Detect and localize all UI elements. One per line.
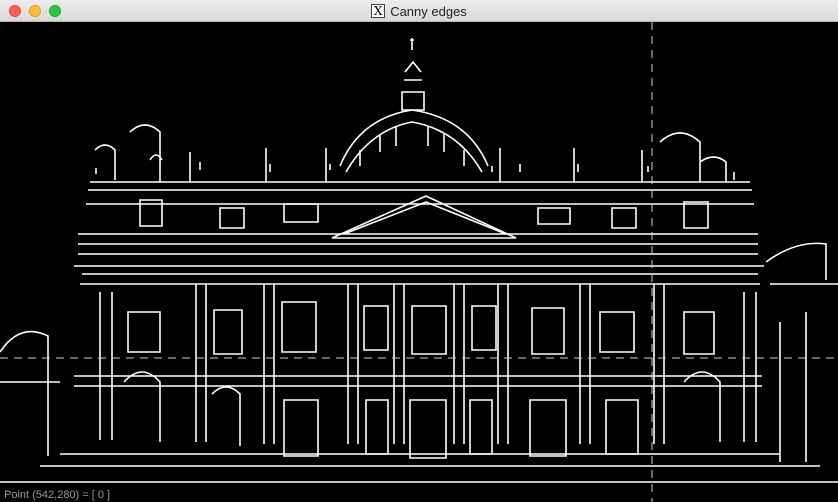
- pixel-status: Point (542,280) = [ 0 ]: [4, 489, 111, 501]
- crosshair: [0, 22, 838, 502]
- x11-icon: X: [371, 4, 386, 18]
- edge-lines: [0, 38, 838, 483]
- title-bar: X Canny edges: [0, 0, 838, 22]
- canny-edge-image: [0, 22, 838, 502]
- image-canvas[interactable]: Point (542,280) = [ 0 ]: [0, 22, 838, 502]
- window-title: Canny edges: [390, 3, 467, 19]
- window-title-wrap: X Canny edges: [0, 0, 838, 22]
